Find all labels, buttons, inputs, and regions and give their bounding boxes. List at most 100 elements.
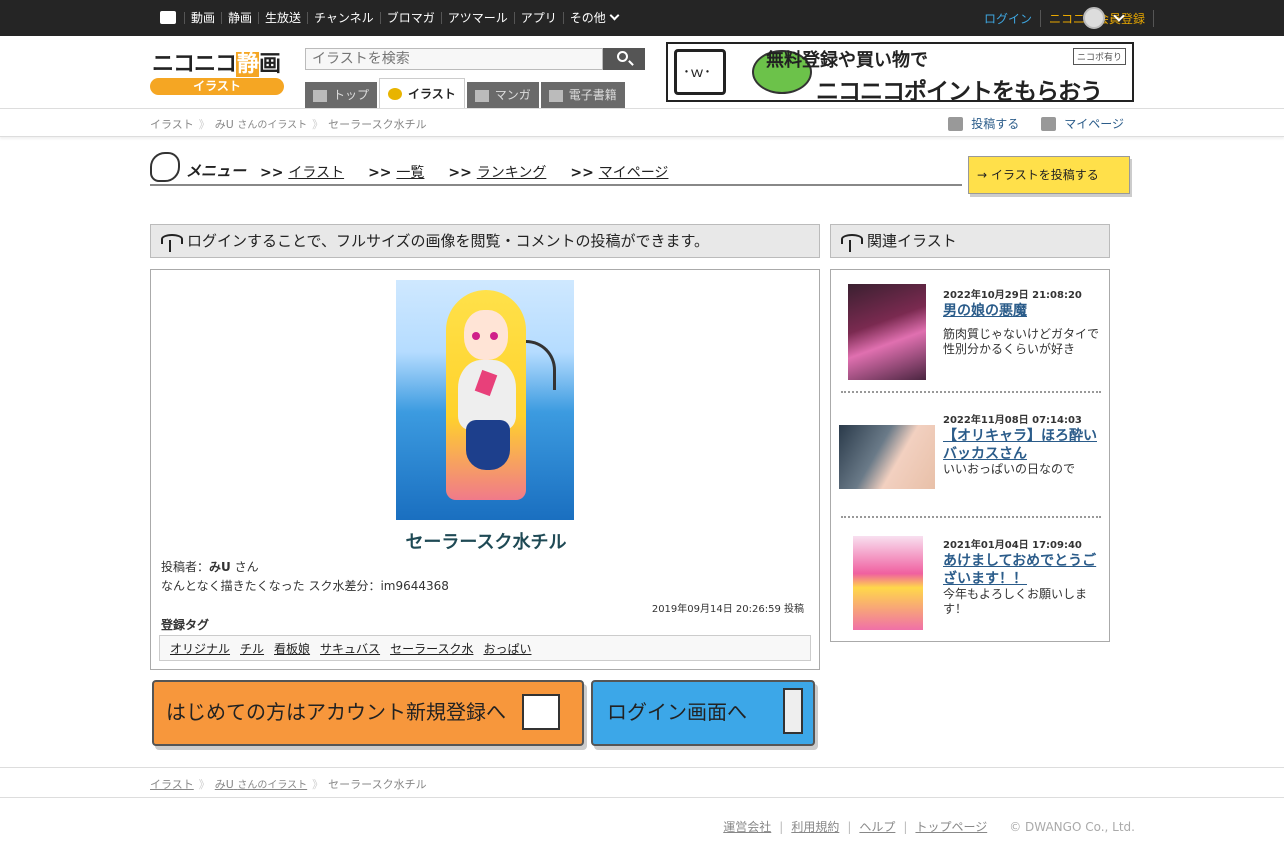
illust-detail: セーラースク水チル 投稿者：みU さん なんとなく描きたくなった スク水差分：i… [150, 269, 820, 670]
tag-item[interactable]: セーラースク水 [390, 640, 473, 657]
upload-icon [948, 116, 964, 131]
login-button[interactable]: ログイン画面へ [591, 680, 815, 746]
footer-link-terms[interactable]: 利用規約 [791, 818, 839, 835]
breadcrumb-separator: 》 [198, 777, 210, 791]
footer-breadcrumb-bar: イラスト 》 みU さんのイラスト 》 セーラースク水チル [0, 767, 1284, 798]
niconico-tv-icon[interactable] [160, 11, 176, 24]
tag-item[interactable]: おっぱい [483, 640, 531, 657]
mypage-link[interactable]: マイページ [1041, 115, 1124, 132]
related-illust-list: 2022年10月29日 21:08:20 男の娘の悪魔 筋肉質じゃないけどガタイ… [830, 269, 1110, 642]
breadcrumb-current: セーラースク水チル [328, 117, 427, 131]
search-form [305, 48, 645, 70]
related-date: 2022年11月08日 07:14:03 [943, 415, 1082, 426]
tag-item[interactable]: 看板娘 [274, 640, 310, 657]
banner-line2: ニコニコポイントをもらおう [816, 79, 1103, 102]
illust-eye [472, 332, 480, 340]
related-thumbnail[interactable] [848, 284, 926, 380]
poster-label: 投稿者： [161, 560, 210, 574]
breadcrumb-user-suffix: さんのイラスト [237, 119, 308, 131]
tab-top[interactable]: トップ [305, 82, 378, 109]
post-illust-button[interactable]: イラストを投稿する [968, 156, 1130, 194]
related-title[interactable]: 【オリキャラ】ほろ酔いバッカスさん [943, 427, 1103, 463]
tab-label: イラスト [408, 86, 456, 101]
breadcrumb-user[interactable]: みU さんのイラスト [215, 776, 307, 792]
poster-name[interactable]: みU [209, 560, 231, 574]
menu-link-mypage[interactable]: >> マイページ [570, 162, 668, 182]
menu-link-label: ランキング [476, 165, 547, 181]
logo-text: ニコニコ静画 [152, 46, 281, 78]
breadcrumb-separator: 》 [312, 777, 324, 791]
nav-app[interactable]: アプリ [513, 12, 563, 24]
related-item: 2021年01月04日 17:09:40 あけましておめでとうございます！！ 今… [831, 526, 1109, 644]
menu-link-ranking[interactable]: >> ランキング [448, 162, 546, 182]
breadcrumb-separator: 》 [198, 117, 210, 131]
register-button[interactable]: はじめての方はアカウント新規登録へ [152, 680, 584, 746]
divider [841, 391, 1101, 393]
banner-tag: ニコポ有り [1072, 48, 1126, 65]
illust-swimsuit [466, 420, 510, 470]
ad-banner[interactable]: 無料登録や買い物で ニコニコポイントをもらおう ニコポ有り [666, 42, 1134, 102]
tag-list: オリジナル チル 看板娘 サキュバス セーラースク水 おっぱい [159, 635, 811, 661]
illust-image[interactable] [396, 280, 574, 520]
tag-item[interactable]: サキュバス [320, 640, 380, 657]
tab-illust[interactable]: イラスト [379, 78, 465, 109]
search-button[interactable] [603, 48, 645, 70]
related-header: 関連イラスト [830, 224, 1110, 258]
related-thumbnail[interactable] [839, 425, 935, 489]
nav-more[interactable]: その他 [562, 10, 624, 24]
nav-channel[interactable]: チャンネル [307, 12, 380, 24]
breadcrumb-user-suffix: さんのイラスト [237, 779, 308, 791]
seiga-logo[interactable]: ニコニコ静画 イラスト [150, 46, 285, 96]
category-tabs: トップ イラスト マンガ 電子書籍 [305, 78, 627, 109]
footer-link-top[interactable]: トップページ [915, 818, 987, 835]
footer-separator: | [847, 819, 852, 834]
breadcrumb-bar: イラスト 》 みU さんのイラスト 》 セーラースク水チル 投稿する マイページ [0, 108, 1284, 137]
breadcrumb-user[interactable]: みU さんのイラスト [215, 116, 307, 132]
login-notice: ログインすることで、フルサイズの画像を閲覧・コメントの投稿ができます。 [150, 224, 820, 258]
related-thumbnail[interactable] [853, 536, 923, 630]
home-icon [313, 89, 327, 102]
tab-manga[interactable]: マンガ [466, 82, 539, 109]
logo-text-post: 画 [259, 52, 281, 77]
book-icon [548, 89, 563, 102]
illust-title: セーラースク水チル [405, 532, 567, 553]
logo-text-pre: ニコニコ [152, 52, 237, 77]
related-title[interactable]: 男の娘の悪魔 [943, 302, 1103, 320]
footer-link-help[interactable]: ヘルプ [859, 818, 895, 835]
illust-eye [490, 332, 498, 340]
related-title[interactable]: あけましておめでとうございます！！ [943, 552, 1103, 588]
menu-link-prefix: >> [260, 165, 284, 181]
login-notice-text: ログインすることで、フルサイズの画像を閲覧・コメントの投稿ができます。 [187, 232, 710, 250]
tab-ebook[interactable]: 電子書籍 [540, 82, 625, 109]
tags-label: 登録タグ [161, 618, 210, 632]
breadcrumb: イラスト 》 みU さんのイラスト 》 セーラースク水チル [150, 109, 427, 138]
login-link[interactable]: ログイン [984, 9, 1041, 27]
breadcrumb-user-name: みU [214, 777, 234, 791]
nav-live[interactable]: 生放送 [258, 12, 307, 24]
menu-link-illust[interactable]: >> イラスト [260, 162, 344, 182]
nav-seiga[interactable]: 静画 [221, 12, 258, 24]
tag-item[interactable]: チル [240, 640, 264, 657]
breadcrumb-user-name: みU [214, 117, 234, 131]
related-desc: いいおっぱいの日なので [943, 462, 1076, 476]
footer-link-company[interactable]: 運営会社 [723, 818, 771, 835]
nav-atsumaru[interactable]: アツマール [440, 12, 514, 24]
search-input[interactable] [305, 48, 603, 70]
mypage-link-label: マイページ [1064, 117, 1124, 131]
avatar[interactable] [1083, 7, 1105, 29]
footer-links: 運営会社 | 利用規約 | ヘルプ | トップページ © DWANGO Co.,… [723, 818, 1135, 835]
breadcrumb-root[interactable]: イラスト [150, 776, 194, 792]
chevron-down-icon [609, 10, 620, 21]
footer-separator: | [903, 819, 908, 834]
menu-link-list[interactable]: >> 一覧 [368, 162, 424, 182]
post-link[interactable]: 投稿する [948, 115, 1019, 132]
tag-item[interactable]: オリジナル [170, 640, 230, 657]
breadcrumb-root[interactable]: イラスト [150, 116, 194, 132]
footer-breadcrumb: イラスト 》 みU さんのイラスト 》 セーラースク水チル [150, 768, 427, 799]
illust-face [464, 310, 508, 360]
nav-blomaga[interactable]: ブロマガ [379, 12, 441, 24]
poster-suffix: さん [234, 560, 259, 574]
tab-label: マンガ [494, 88, 531, 102]
banner-line1: 無料登録や買い物で [766, 50, 928, 71]
nav-video[interactable]: 動画 [184, 12, 221, 24]
